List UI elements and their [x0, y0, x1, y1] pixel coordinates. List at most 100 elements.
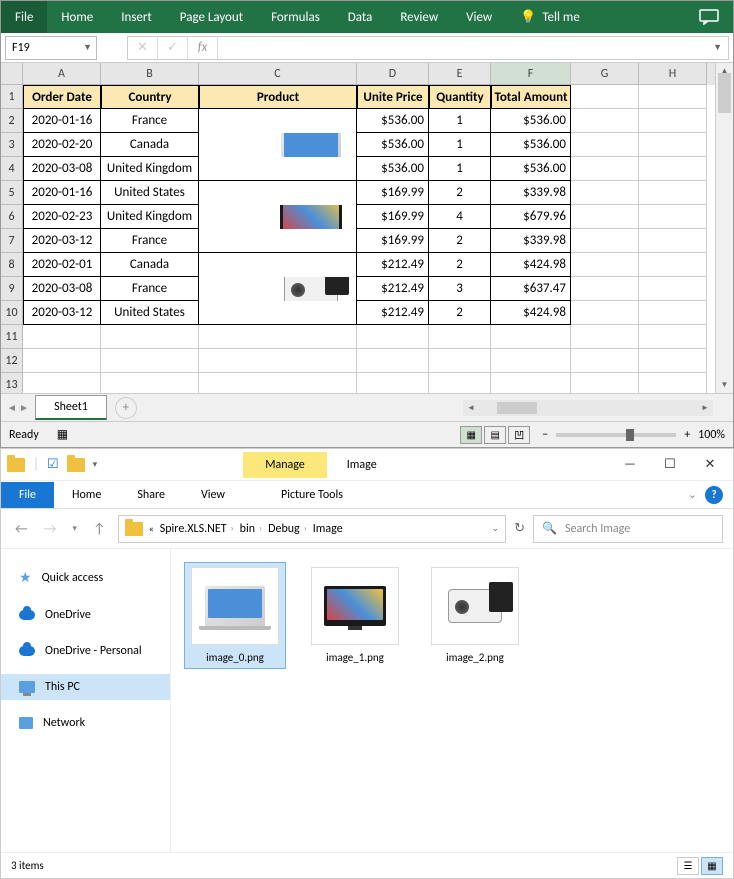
zoom-slider[interactable]: [556, 433, 676, 437]
tab-view[interactable]: View: [183, 482, 243, 508]
help-icon[interactable]: ?: [705, 486, 723, 504]
cell-price[interactable]: $212.49: [357, 253, 429, 277]
cell-product[interactable]: [199, 205, 357, 229]
empty-cell[interactable]: [639, 181, 707, 205]
view-normal-button[interactable]: ▦: [460, 426, 482, 444]
empty-cell[interactable]: [199, 349, 357, 373]
cell-price[interactable]: $212.49: [357, 301, 429, 325]
cell-total[interactable]: $339.98: [491, 181, 571, 205]
cell-qty[interactable]: 2: [429, 253, 491, 277]
empty-cell[interactable]: [357, 349, 429, 373]
cell-price[interactable]: $169.99: [357, 205, 429, 229]
cancel-icon[interactable]: ✕: [128, 36, 158, 59]
cell-product[interactable]: Samrt TV: [199, 181, 357, 205]
chevron-down-icon[interactable]: ▼: [713, 42, 722, 53]
scroll-left-icon[interactable]: ◄: [463, 403, 479, 413]
check-icon[interactable]: ☑: [47, 457, 59, 472]
macro-icon[interactable]: ▦: [57, 427, 68, 442]
col-header[interactable]: E: [429, 63, 491, 85]
comments-icon[interactable]: [685, 1, 733, 33]
formula-bar[interactable]: ✕ ✓ fx ▼: [127, 36, 729, 60]
col-header[interactable]: C: [199, 63, 357, 85]
horizontal-scrollbar[interactable]: ◄ ►: [463, 400, 713, 416]
empty-cell[interactable]: [101, 325, 199, 349]
empty-cell[interactable]: [571, 85, 639, 109]
empty-cell[interactable]: [491, 349, 571, 373]
cell-date[interactable]: 2020-03-08: [23, 277, 101, 301]
empty-cell[interactable]: [571, 157, 639, 181]
nav-this-pc[interactable]: This PC: [1, 674, 170, 700]
cell-product[interactable]: Laptop: [199, 109, 357, 133]
empty-cell[interactable]: [101, 373, 199, 393]
empty-cell[interactable]: [571, 253, 639, 277]
row-header[interactable]: 7: [1, 229, 22, 253]
cell-date[interactable]: 2020-03-12: [23, 229, 101, 253]
dropdown-icon[interactable]: ⌄: [492, 523, 500, 534]
cell-country[interactable]: Canada: [101, 133, 199, 157]
row-header[interactable]: 1: [1, 85, 22, 109]
maximize-button[interactable]: ☐: [661, 456, 679, 474]
nav-quick-access[interactable]: ★Quick access: [1, 563, 170, 592]
tab-manage[interactable]: Manage: [243, 452, 327, 478]
empty-cell[interactable]: [491, 325, 571, 349]
cell-qty[interactable]: 2: [429, 301, 491, 325]
tab-review[interactable]: Review: [386, 1, 452, 33]
breadcrumb-item[interactable]: Image: [313, 522, 343, 536]
row-header[interactable]: 8: [1, 253, 22, 277]
up-button[interactable]: ↑: [89, 520, 110, 537]
empty-cell[interactable]: [639, 109, 707, 133]
row-header[interactable]: 4: [1, 157, 22, 181]
empty-cell[interactable]: [571, 349, 639, 373]
file-item[interactable]: image_2.png: [425, 563, 525, 668]
cell-date[interactable]: 2020-01-16: [23, 181, 101, 205]
empty-cell[interactable]: [571, 325, 639, 349]
empty-cell[interactable]: [639, 133, 707, 157]
cell-product[interactable]: [199, 133, 357, 157]
file-item[interactable]: image_0.png: [185, 563, 285, 668]
cell-total[interactable]: $536.00: [491, 109, 571, 133]
cell-country[interactable]: United States: [101, 181, 199, 205]
tab-file[interactable]: File: [1, 1, 47, 33]
nav-onedrive[interactable]: OneDrive: [1, 602, 170, 628]
view-pagebreak-button[interactable]: 凹: [508, 426, 530, 444]
empty-cell[interactable]: [23, 373, 101, 393]
empty-cell[interactable]: [23, 349, 101, 373]
scroll-thumb[interactable]: [497, 402, 537, 414]
cell-date[interactable]: 2020-02-01: [23, 253, 101, 277]
empty-cell[interactable]: [639, 229, 707, 253]
empty-cell[interactable]: [639, 85, 707, 109]
col-header[interactable]: A: [23, 63, 101, 85]
cell-price[interactable]: $169.99: [357, 181, 429, 205]
row-header[interactable]: 10: [1, 301, 22, 325]
ribbon-collapse-icon[interactable]: ⌄: [688, 488, 697, 501]
empty-cell[interactable]: [199, 373, 357, 393]
zoom-out-button[interactable]: −: [542, 428, 548, 442]
tab-insert[interactable]: Insert: [107, 1, 166, 33]
table-header[interactable]: Unite Price: [357, 85, 429, 109]
cell-date[interactable]: 2020-03-12: [23, 301, 101, 325]
row-header[interactable]: 13: [1, 373, 22, 393]
empty-cell[interactable]: [491, 373, 571, 393]
empty-cell[interactable]: [199, 325, 357, 349]
zoom-level[interactable]: 100%: [698, 428, 725, 442]
col-header[interactable]: G: [571, 63, 639, 85]
cell-qty[interactable]: 1: [429, 157, 491, 181]
breadcrumb-item[interactable]: bin ›: [240, 522, 262, 536]
cell-date[interactable]: 2020-03-08: [23, 157, 101, 181]
cell-product[interactable]: [199, 229, 357, 253]
cell-qty[interactable]: 3: [429, 277, 491, 301]
qat-dropdown[interactable]: ▾: [93, 459, 98, 470]
empty-cell[interactable]: [23, 325, 101, 349]
table-header[interactable]: Quantity: [429, 85, 491, 109]
tab-file[interactable]: File: [1, 482, 54, 508]
row-header[interactable]: 12: [1, 349, 22, 373]
cell-country[interactable]: France: [101, 109, 199, 133]
cell-product[interactable]: [199, 277, 357, 301]
cell-total[interactable]: $536.00: [491, 133, 571, 157]
cell-total[interactable]: $536.00: [491, 157, 571, 181]
empty-cell[interactable]: [429, 325, 491, 349]
empty-cell[interactable]: [571, 373, 639, 393]
chevron-icon[interactable]: «: [149, 522, 154, 535]
table-header[interactable]: Country: [101, 85, 199, 109]
empty-cell[interactable]: [639, 157, 707, 181]
